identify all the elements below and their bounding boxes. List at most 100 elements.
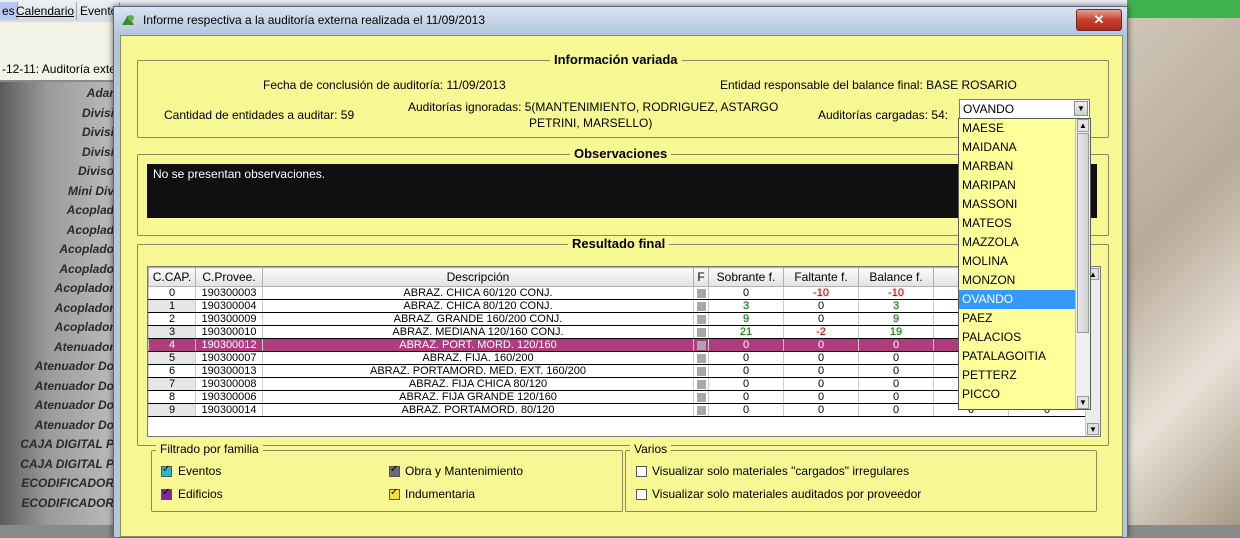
cell-bal: 19 — [858, 325, 934, 339]
cell-cap: 8 — [148, 390, 196, 404]
cell-sob: 0 — [708, 403, 784, 417]
dropdown-option[interactable]: PETTERZ — [959, 366, 1075, 385]
scroll-up-icon[interactable]: ▲ — [1077, 119, 1089, 132]
dropdown-option[interactable]: PATALAGOITIA — [959, 347, 1075, 366]
auditorias-cargadas-select[interactable]: OVANDO ▼ — [959, 99, 1090, 120]
observaciones-textbox[interactable]: No se presentan observaciones. — [147, 164, 1097, 218]
dropdown-option[interactable]: PICCO — [959, 385, 1075, 404]
col-header-descripcion[interactable]: Descripción — [262, 267, 694, 287]
flag-icon — [696, 353, 706, 363]
por-proveedor-checkbox[interactable] — [636, 489, 647, 500]
table-row[interactable]: 1 190300004 ABRAZ. CHICA 80/120 CONJ. 3 0 3 — [148, 299, 1086, 313]
cell-cap: 7 — [148, 377, 196, 391]
cell-desc: ABRAZ. PORTAMORD. 80/120 — [262, 403, 694, 417]
auditorias-ignoradas-line1: Auditorías ignoradas: 5(MANTENIMIENTO, R… — [408, 100, 779, 114]
cell-bal: 0 — [858, 390, 934, 404]
scroll-down-icon[interactable]: ▼ — [1087, 423, 1099, 435]
bg-green-bar — [1127, 0, 1240, 18]
flag-icon — [696, 301, 706, 311]
title-bar[interactable]: Informe respectiva a la auditoría extern… — [114, 7, 1127, 33]
col-header-ccap[interactable]: C.CAP. — [148, 267, 196, 287]
cell-sob: 0 — [708, 351, 784, 365]
flag-cell — [693, 299, 709, 313]
dropdown-option[interactable]: MAZZOLA — [959, 233, 1075, 252]
table-row[interactable]: 0 190300003 ABRAZ. CHICA 60/120 CONJ. 0 -10-… — [148, 286, 1086, 300]
cell-bal: 3 — [858, 299, 934, 313]
bg-list-item: Atenuador Do — [34, 417, 114, 432]
auditorias-dropdown-list[interactable]: MAESE MAIDANA MARBAN MARIPAN MASSONI MATEOS MA… — [958, 118, 1091, 410]
bg-list-item: Divisi — [81, 125, 114, 139]
table-row[interactable]: 5 190300007 ABRAZ. FIJA. 160/200 0 0 0 — [148, 351, 1086, 365]
bg-list-item: Acoplador — [54, 281, 114, 295]
table-row[interactable]: 6 190300013 ABRAZ. PORTAMORD. MED. EXT. 16… — [148, 364, 1086, 378]
dropdown-option[interactable]: PALACIOS — [959, 328, 1075, 347]
col-header-balance[interactable]: Balance f. — [858, 267, 934, 287]
obra-checkbox[interactable]: ✓ — [389, 464, 400, 477]
bg-list-item: Acoplador — [54, 300, 114, 315]
cell-bal: 0 — [858, 377, 934, 391]
table-row[interactable]: 2 190300009 ABRAZ. GRANDE 160/200 CONJ. 9 0 9 — [148, 312, 1086, 326]
cell-cap: 2 — [148, 312, 196, 326]
cell-sob: 9 — [708, 312, 784, 326]
bg-list-item: CAJA DIGITAL P — [20, 437, 114, 451]
cell-cap: 4 — [148, 338, 196, 352]
table-row[interactable]: 4 190300012 ABRAZ. PORT. MORD. 120/160 0 0 0 — [148, 338, 1086, 352]
eventos-checkbox[interactable]: ✓ — [161, 464, 172, 477]
bg-list-item: ECODIFICADOR — [21, 476, 114, 490]
col-header-faltante[interactable]: Faltante f. — [783, 267, 859, 287]
bg-menu-calendario[interactable]: Calendario — [14, 2, 78, 20]
indumentaria-label: Indumentaria — [405, 487, 476, 501]
dropdown-option[interactable]: MATEOS — [959, 214, 1075, 233]
col-header-cprovee[interactable]: C.Provee. — [195, 267, 263, 287]
close-button[interactable]: ✕ — [1076, 9, 1122, 31]
varios-group: Varios — [625, 442, 1097, 512]
bg-list-item: Atenuador — [54, 339, 114, 354]
bg-list-item: Acoplad — [66, 203, 114, 217]
cell-bal: 0 — [858, 338, 934, 352]
cell-fal: 0 — [783, 403, 859, 417]
dropdown-scrollbar[interactable]: ▲ ▼ — [1075, 119, 1090, 409]
cell-bal: 0 — [858, 364, 934, 378]
cell-cap: 5 — [148, 351, 196, 365]
table-row[interactable]: 7 190300008 ABRAZ. FIJA CHICA 80/120 0 0 0 — [148, 377, 1086, 391]
bg-list-item: Diviso — [77, 164, 114, 178]
dropdown-option[interactable]: MARIPAN — [959, 176, 1075, 195]
dropdown-option[interactable]: MOLINA — [959, 252, 1075, 271]
bg-list-item: Divisi — [81, 144, 114, 159]
dropdown-option[interactable]: MASSONI — [959, 195, 1075, 214]
cell-desc: ABRAZ. GRANDE 160/200 CONJ. — [262, 312, 694, 326]
edificios-checkbox[interactable]: ✓ — [161, 487, 172, 500]
col-header-sobrante[interactable]: Sobrante f. — [708, 267, 784, 287]
dropdown-option[interactable]: PAEZ — [959, 309, 1075, 328]
cell-cap: 1 — [148, 299, 196, 313]
flag-cell — [693, 351, 709, 365]
bg-list-item: ECODIFICADOR — [21, 495, 114, 510]
table-row[interactable]: 9 190300014 ABRAZ. PORTAMORD. 80/120 0 0 0 0 0 — [148, 403, 1086, 417]
dropdown-option[interactable]: MAIDANA — [959, 138, 1075, 157]
indumentaria-checkbox[interactable]: ✓ — [389, 487, 400, 500]
cell-desc: ABRAZ. FIJA. 160/200 — [262, 351, 694, 365]
cell-desc: ABRAZ. CHICA 80/120 CONJ. — [262, 299, 694, 313]
dropdown-option[interactable]: MAESE — [959, 119, 1075, 138]
dialog-title: Informe respectiva a la auditoría extern… — [143, 13, 485, 27]
scroll-down-icon[interactable]: ▼ — [1077, 396, 1089, 409]
cell-prov: 190300010 — [195, 325, 263, 339]
cell-sob: 0 — [708, 364, 784, 378]
cell-desc: ABRAZ. FIJA GRANDE 120/160 — [262, 390, 694, 404]
scroll-thumb[interactable] — [1077, 133, 1089, 333]
cell-desc: ABRAZ. PORT. MORD. 120/160 — [262, 338, 694, 352]
auditorias-cargadas-label: Auditorías cargadas: 54: — [818, 108, 949, 122]
cell-fal: 0 — [783, 351, 859, 365]
cell-prov: 190300008 — [195, 377, 263, 391]
dropdown-option[interactable]: MARBAN — [959, 157, 1075, 176]
dropdown-option[interactable]: MONZON — [959, 271, 1075, 290]
table-row[interactable]: 3 190300010 ABRAZ. MEDIANA 120/160 CONJ. 21… — [148, 325, 1086, 339]
bg-list-item: CAJA DIGITAL P — [20, 456, 114, 471]
table-row[interactable]: 8190300006ABRAZ. FIJA GRANDE 120/1600000… — [148, 390, 1086, 404]
chevron-down-icon[interactable]: ▼ — [1074, 101, 1088, 116]
dropdown-option[interactable]: OVANDO — [959, 290, 1075, 309]
cell-sob: 3 — [708, 299, 784, 313]
irregulares-checkbox[interactable] — [636, 466, 647, 477]
cell-fal: -10 — [783, 286, 859, 300]
col-header-f[interactable]: F — [693, 267, 709, 287]
